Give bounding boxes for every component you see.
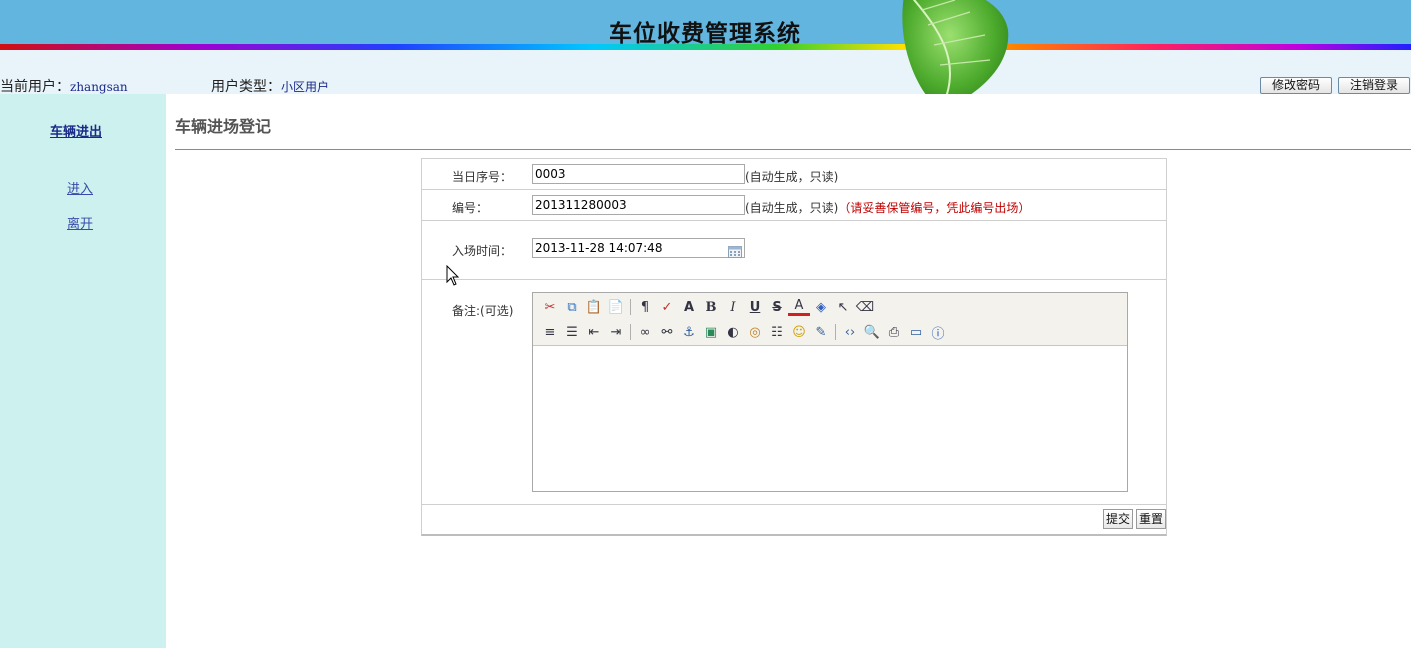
toolbar-separator bbox=[630, 299, 631, 315]
indent-icon[interactable]: ⇥ bbox=[605, 321, 627, 343]
cut-icon[interactable]: ✂ bbox=[539, 296, 561, 318]
header: 车位收费管理系统 当前用户：zhangsan 用户类型：小区用户 修改密码 注销… bbox=[0, 0, 1411, 96]
sidebar-item-enter[interactable]: 进入 bbox=[0, 178, 160, 197]
fullscreen-icon[interactable]: ▭ bbox=[905, 321, 927, 343]
image-icon[interactable]: ▣ bbox=[700, 321, 722, 343]
media-icon[interactable]: ◐ bbox=[722, 321, 744, 343]
paste-text-icon[interactable]: 📄 bbox=[605, 296, 627, 318]
toolbar-row-1: ✂ ⧉ 📋 📄 ¶ ✓ A B I U S A ◈ ↖ ⌫ bbox=[539, 296, 876, 318]
font-size-icon[interactable]: A bbox=[678, 296, 700, 318]
align-left-icon[interactable]: ≡ bbox=[539, 321, 561, 343]
rich-text-editor: ✂ ⧉ 📋 📄 ¶ ✓ A B I U S A ◈ ↖ ⌫ ≡ ☰ ⇤ ⇥ ∞ … bbox=[532, 292, 1128, 492]
insert-special-icon[interactable]: ✎ bbox=[810, 321, 832, 343]
number-input[interactable] bbox=[532, 195, 745, 215]
entry-time-label: 入场时间： bbox=[452, 244, 513, 258]
horizontal-rule-icon[interactable]: ☷ bbox=[766, 321, 788, 343]
link-icon[interactable]: ∞ bbox=[634, 321, 656, 343]
page-title: 车辆进场登记 bbox=[175, 117, 272, 136]
current-user-label: 当前用户： bbox=[0, 79, 70, 95]
number-note-text: (自动生成，只读) bbox=[745, 201, 839, 215]
sidebar: 车辆进出 进入 离开 bbox=[0, 94, 166, 648]
entry-form: 当日序号： (自动生成，只读) 编号： (自动生成，只读)（请妥善保管编号，凭此… bbox=[421, 158, 1167, 536]
editor-toolbar: ✂ ⧉ 📋 📄 ¶ ✓ A B I U S A ◈ ↖ ⌫ ≡ ☰ ⇤ ⇥ ∞ … bbox=[533, 293, 1127, 346]
paste-icon[interactable]: 📋 bbox=[583, 296, 605, 318]
user-type-label: 用户类型： bbox=[211, 79, 281, 95]
background-color-icon[interactable]: ◈ bbox=[810, 296, 832, 318]
about-icon[interactable]: ⓘ bbox=[927, 321, 949, 343]
current-user-value: zhangsan bbox=[70, 80, 128, 94]
ordered-list-icon[interactable]: ☰ bbox=[561, 321, 583, 343]
number-note: (自动生成，只读)（请妥善保管编号，凭此编号出场） bbox=[745, 199, 1030, 216]
outdent-icon[interactable]: ⇤ bbox=[583, 321, 605, 343]
emoticon-icon[interactable]: ☺ bbox=[788, 321, 810, 343]
number-warning: （请妥善保管编号，凭此编号出场） bbox=[838, 201, 1031, 215]
leaf-icon bbox=[900, 0, 1010, 94]
number-label: 编号： bbox=[452, 201, 489, 215]
calendar-icon[interactable] bbox=[728, 243, 742, 258]
title-divider bbox=[175, 149, 1411, 150]
anchor-icon[interactable]: ⚓ bbox=[678, 321, 700, 343]
source-code-icon[interactable]: ‹› bbox=[839, 321, 861, 343]
font-color-icon[interactable]: A bbox=[788, 298, 810, 316]
select-all-icon[interactable]: ↖ bbox=[832, 296, 854, 318]
user-type-value: 小区用户 bbox=[281, 80, 330, 94]
toolbar-separator bbox=[835, 324, 836, 340]
spellcheck-icon[interactable]: ✓ bbox=[656, 296, 678, 318]
user-type-info: 用户类型：小区用户 bbox=[211, 76, 329, 96]
paragraph-format-icon[interactable]: ¶ bbox=[634, 296, 656, 318]
remarks-label: 备注:(可选) bbox=[452, 304, 514, 318]
entry-time-input[interactable] bbox=[532, 238, 745, 258]
row-entry-time: 入场时间： bbox=[422, 221, 1166, 280]
toolbar-separator bbox=[630, 324, 631, 340]
editor-content-area[interactable] bbox=[533, 347, 1127, 491]
strikethrough-icon[interactable]: S bbox=[766, 296, 788, 318]
daily-seq-label: 当日序号： bbox=[452, 170, 513, 184]
underline-icon[interactable]: U bbox=[744, 296, 766, 318]
sidebar-section-title[interactable]: 车辆进出 bbox=[0, 121, 152, 140]
submit-button[interactable]: 提交 bbox=[1103, 509, 1134, 529]
flash-icon[interactable]: ◎ bbox=[744, 321, 766, 343]
copy-icon[interactable]: ⧉ bbox=[561, 296, 583, 318]
unlink-icon[interactable]: ⚯ bbox=[656, 321, 678, 343]
change-password-button[interactable]: 修改密码 bbox=[1260, 77, 1332, 94]
toolbar-row-2: ≡ ☰ ⇤ ⇥ ∞ ⚯ ⚓ ▣ ◐ ◎ ☷ ☺ ✎ ‹› 🔍 ⎙ ▭ ⓘ bbox=[539, 321, 949, 343]
print-icon[interactable]: ⎙ bbox=[883, 321, 905, 343]
daily-seq-note: (自动生成，只读) bbox=[745, 170, 839, 184]
daily-seq-input[interactable] bbox=[532, 164, 745, 184]
preview-icon[interactable]: 🔍 bbox=[861, 321, 883, 343]
row-daily-seq: 当日序号： (自动生成，只读) bbox=[422, 159, 1166, 190]
reset-button[interactable]: 重置 bbox=[1136, 509, 1166, 529]
current-user-info: 当前用户：zhangsan bbox=[0, 76, 128, 96]
mouse-cursor-icon bbox=[446, 264, 460, 291]
logout-button[interactable]: 注销登录 bbox=[1338, 77, 1410, 94]
app-title: 车位收费管理系统 bbox=[609, 20, 801, 47]
remove-format-icon[interactable]: ⌫ bbox=[854, 296, 876, 318]
italic-icon[interactable]: I bbox=[722, 296, 744, 318]
sidebar-item-leave[interactable]: 离开 bbox=[0, 213, 160, 232]
row-number: 编号： (自动生成，只读)（请妥善保管编号，凭此编号出场） bbox=[422, 190, 1166, 221]
bold-icon[interactable]: B bbox=[700, 296, 722, 318]
